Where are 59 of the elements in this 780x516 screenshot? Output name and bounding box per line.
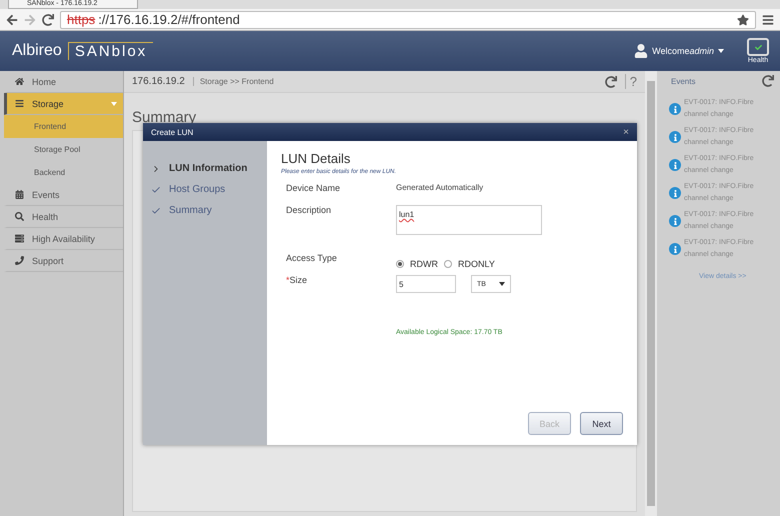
address-field[interactable]: https ://176.16.19.2/#/frontend xyxy=(60,10,756,28)
sidebar-subitem[interactable]: Backend xyxy=(4,161,123,184)
panel-title: Events xyxy=(671,76,696,86)
help-button[interactable]: ? xyxy=(624,74,637,89)
breadcrumb: Storage >> Frontend xyxy=(192,77,274,86)
radio-button[interactable] xyxy=(396,260,404,268)
back-icon[interactable] xyxy=(6,14,18,26)
info-icon xyxy=(669,215,681,227)
wizard-button[interactable]: Next xyxy=(580,412,623,435)
sidebar-item[interactable]: High Availability xyxy=(4,228,123,250)
sidebar-item[interactable]: Storage xyxy=(4,93,123,115)
dialog-title: Create LUN xyxy=(151,128,194,136)
sidebar-subitem[interactable]: Storage Pool xyxy=(4,138,123,161)
page-title: Summary xyxy=(131,108,198,126)
radio-label: RDWR xyxy=(410,259,438,269)
user-icon xyxy=(634,44,648,58)
home-icon xyxy=(15,77,24,86)
sidebar-item[interactable]: Health xyxy=(4,206,123,228)
check-icon xyxy=(747,38,769,56)
field-label: Device Name xyxy=(286,183,342,195)
star-icon[interactable] xyxy=(737,14,749,26)
host-address: 176.16.19.2 xyxy=(132,76,185,87)
description-field[interactable]: lun1 xyxy=(396,205,542,235)
refresh-icon[interactable] xyxy=(604,76,617,88)
phone-icon xyxy=(15,256,24,265)
form-heading: LUN Details xyxy=(281,151,352,166)
logo-text: Albireo xyxy=(12,42,62,60)
wizard-step[interactable]: Summary xyxy=(151,205,267,216)
user-menu[interactable]: Welcomeadmin xyxy=(652,46,714,56)
size-field[interactable]: 5 xyxy=(396,275,456,293)
server-icon xyxy=(15,234,24,243)
menu-icon[interactable] xyxy=(762,14,774,26)
info-icon xyxy=(669,159,681,171)
info-icon xyxy=(669,187,681,199)
check-icon xyxy=(151,206,161,216)
sidebar-item[interactable]: Events xyxy=(4,184,123,206)
scrollbar[interactable] xyxy=(645,71,657,516)
logo-text: SANblox xyxy=(68,42,154,60)
calendar-icon xyxy=(15,190,24,199)
refresh-icon[interactable] xyxy=(762,75,774,87)
menu-icon xyxy=(15,99,24,108)
caret-icon[interactable] xyxy=(718,49,724,53)
info-icon xyxy=(669,243,681,255)
field-value: Generated Automatically xyxy=(396,183,484,194)
check-icon xyxy=(151,184,161,194)
reload-icon[interactable] xyxy=(42,14,54,26)
sidebar-item[interactable]: Support xyxy=(4,250,123,272)
close-button[interactable]: × xyxy=(623,126,629,138)
search-icon xyxy=(15,212,24,221)
info-icon xyxy=(669,131,681,143)
info-icon xyxy=(669,103,681,115)
radio-label: RDONLY xyxy=(458,259,495,269)
wizard-step[interactable]: LUN Information xyxy=(151,163,267,174)
field-label: *Size xyxy=(286,275,308,287)
sidebar-subitem[interactable]: Frontend xyxy=(4,115,123,138)
field-label: Access Type xyxy=(286,253,338,265)
radio-button[interactable] xyxy=(444,260,452,268)
field-label: Description xyxy=(286,205,332,217)
wizard-step[interactable]: Host Groups xyxy=(151,184,267,195)
